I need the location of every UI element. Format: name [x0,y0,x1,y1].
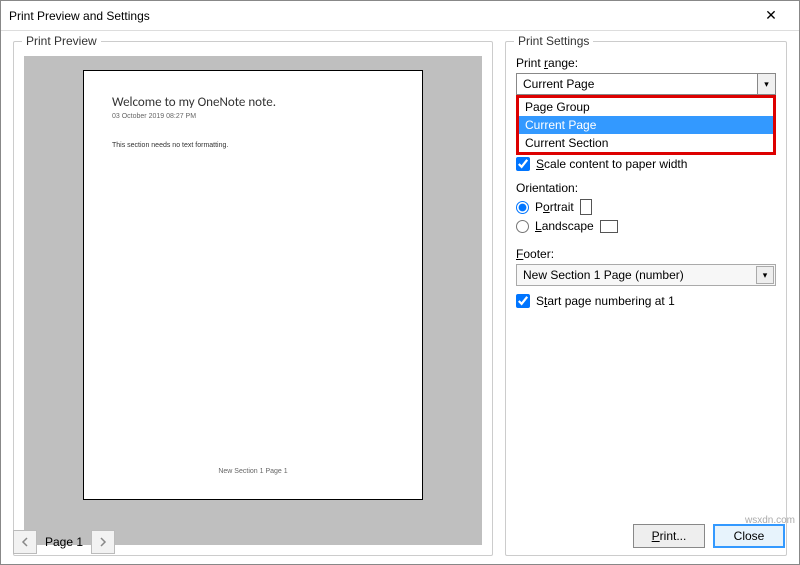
footer-select[interactable]: New Section 1 Page (number) ▾ [516,264,776,286]
preview-page: Welcome to my OneNote note. 03 October 2… [83,70,423,500]
scale-content-label: Scale content to paper width [536,157,687,171]
next-page-button[interactable] [91,530,115,554]
dialog-body: Print Preview Welcome to my OneNote note… [1,31,799,564]
print-range-select[interactable]: Current Page ▾ [516,73,776,95]
page-body: This section needs no text formatting. [112,142,394,149]
footer-label: Footer: [516,247,776,261]
print-range-select-wrap: Current Page ▾ Page Group Current Page C… [516,73,776,95]
preview-group-label: Print Preview [22,34,101,48]
settings-group-label: Print Settings [514,34,593,48]
page-title: Welcome to my OneNote note. [112,95,394,110]
page-nav: Page 1 [1,530,127,554]
chevron-down-icon[interactable]: ▾ [756,266,774,284]
print-range-option-page-group[interactable]: Page Group [519,98,773,116]
print-range-option-current-page[interactable]: Current Page [519,116,773,134]
scale-content-checkbox[interactable] [516,157,530,171]
window-title: Print Preview and Settings [9,9,751,23]
print-range-option-current-section[interactable]: Current Section [519,134,773,152]
print-preview-dialog: Print Preview and Settings ✕ Print Previ… [0,0,800,565]
portrait-row: Portrait [516,199,776,215]
portrait-icon [580,199,592,215]
print-range-dropdown: Page Group Current Page Current Section [516,95,776,155]
close-icon[interactable]: ✕ [751,1,791,30]
page-indicator: Page 1 [45,535,83,549]
preview-canvas: Welcome to my OneNote note. 03 October 2… [24,56,482,545]
start-numbering-label: Start page numbering at 1 [536,294,675,308]
print-settings-group: Print Settings Print range: Current Page… [505,41,787,556]
scale-content-row: Scale content to paper width [516,157,776,171]
portrait-label: Portrait [535,200,574,214]
footer-section: Footer: New Section 1 Page (number) ▾ St… [516,247,776,308]
landscape-label: Landscape [535,219,594,233]
arrow-left-icon [20,537,30,547]
start-numbering-checkbox[interactable] [516,294,530,308]
orientation-section: Orientation: Portrait Landscape [516,181,776,233]
portrait-radio[interactable] [516,201,529,214]
titlebar: Print Preview and Settings ✕ [1,1,799,31]
landscape-row: Landscape [516,219,776,233]
page-meta: 03 October 2019 08:27 PM [112,113,394,120]
watermark: wsxdn.com [745,515,795,526]
footer-value: New Section 1 Page (number) [523,268,684,282]
prev-page-button[interactable] [13,530,37,554]
landscape-radio[interactable] [516,220,529,233]
landscape-icon [600,220,618,233]
print-range-value: Current Page [523,77,594,91]
page-footer: New Section 1 Page 1 [112,468,394,475]
chevron-down-icon[interactable]: ▾ [757,74,775,94]
print-range-label: Print range: [516,56,776,70]
close-button[interactable]: Close [713,524,785,548]
arrow-right-icon [98,537,108,547]
print-button[interactable]: Print... [633,524,705,548]
start-numbering-row: Start page numbering at 1 [516,294,776,308]
orientation-label: Orientation: [516,181,776,195]
print-preview-group: Print Preview Welcome to my OneNote note… [13,41,493,556]
